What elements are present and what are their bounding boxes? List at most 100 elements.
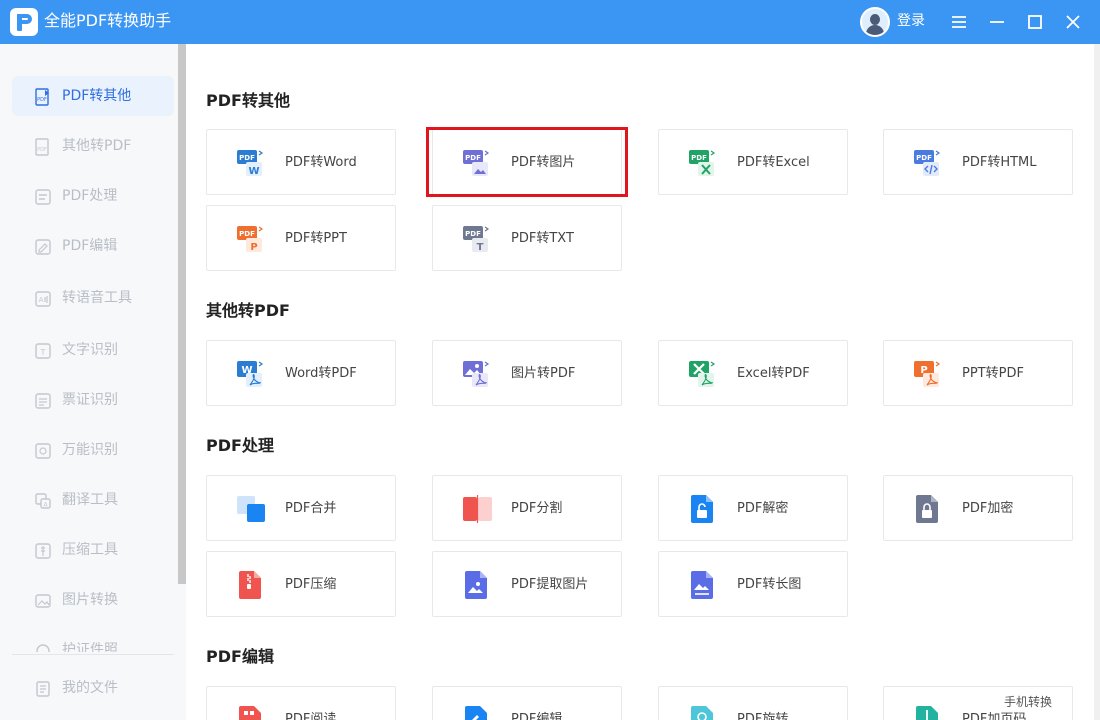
compress-file-icon bbox=[239, 571, 261, 599]
card-label: PDF压缩 bbox=[285, 577, 337, 592]
merge-icon bbox=[237, 496, 265, 522]
card-label: PDF编辑 bbox=[511, 712, 563, 720]
file-convert-icon: PDF bbox=[35, 138, 49, 156]
minimize-button[interactable] bbox=[982, 7, 1012, 37]
excel-to-pdf-icon bbox=[689, 361, 716, 387]
main-scrollbar-track[interactable] bbox=[1094, 44, 1100, 720]
card-pdf-extract-images[interactable]: PDF提取图片 bbox=[432, 551, 622, 617]
card-label: PDF转Word bbox=[285, 155, 357, 170]
extract-image-icon bbox=[465, 571, 487, 599]
rotate-icon bbox=[691, 706, 713, 720]
image-icon bbox=[35, 594, 51, 608]
card-ppt-to-pdf[interactable]: P PPT转PDF bbox=[883, 340, 1073, 406]
sidebar-item-image-convert[interactable]: 图片转换 bbox=[12, 580, 174, 620]
sidebar-item-label: 万能识别 bbox=[62, 442, 118, 458]
sidebar-divider bbox=[12, 654, 174, 655]
sidebar-item-pdf-to-other[interactable]: PDF PDF转其他 bbox=[12, 76, 174, 116]
card-pdf-to-excel[interactable]: PDF PDF转Excel bbox=[658, 129, 848, 195]
card-pdf-read[interactable]: PDF阅读 bbox=[206, 686, 396, 720]
sidebar-item-id-photo[interactable]: 护证件照 bbox=[12, 630, 174, 652]
user-avatar[interactable] bbox=[860, 7, 890, 37]
ocr-icon: T bbox=[35, 343, 51, 359]
card-pdf-to-html[interactable]: PDF PDF转HTML bbox=[883, 129, 1073, 195]
svg-text:PDF: PDF bbox=[465, 230, 481, 238]
card-label: PDF转HTML bbox=[962, 155, 1037, 170]
card-label: PDF加页码 bbox=[962, 712, 1027, 720]
svg-text:P: P bbox=[250, 242, 257, 253]
card-label: PDF提取图片 bbox=[511, 577, 589, 592]
section-title-other-to-pdf: 其他转PDF bbox=[206, 301, 290, 320]
sidebar-item-pdf-edit[interactable]: PDF编辑 bbox=[12, 226, 174, 266]
sidebar-item-label: 其他转PDF bbox=[62, 138, 132, 154]
card-pdf-decrypt[interactable]: PDF解密 bbox=[658, 475, 848, 541]
hamburger-icon bbox=[952, 16, 966, 28]
sidebar: PDF PDF转其他 PDF 其他转PDF PDF处理 PDF编辑 A 转语音工… bbox=[0, 44, 186, 720]
close-button[interactable] bbox=[1058, 7, 1088, 37]
sidebar-item-translate[interactable]: A 翻译工具 bbox=[12, 480, 174, 520]
read-icon bbox=[239, 706, 261, 720]
my-files-icon bbox=[36, 681, 50, 697]
card-pdf-to-long-image[interactable]: PDF转长图 bbox=[658, 551, 848, 617]
sidebar-item-universal-recognition[interactable]: 万能识别 bbox=[12, 430, 174, 470]
menu-button[interactable] bbox=[944, 7, 974, 37]
sidebar-item-pdf-process[interactable]: PDF处理 bbox=[12, 176, 174, 216]
card-label: Excel转PDF bbox=[737, 366, 810, 381]
card-pdf-to-txt[interactable]: PDF T PDF转TXT bbox=[432, 205, 622, 271]
sidebar-item-label: 文字识别 bbox=[62, 342, 118, 358]
sidebar-item-label: 压缩工具 bbox=[62, 542, 118, 558]
svg-text:PDF: PDF bbox=[691, 154, 707, 162]
card-label: PDF旋转 bbox=[737, 712, 789, 720]
sidebar-item-label: PDF转其他 bbox=[62, 88, 132, 104]
maximize-icon bbox=[1028, 15, 1042, 29]
card-image-to-pdf[interactable]: 图片转PDF bbox=[432, 340, 622, 406]
card-pdf-edit[interactable]: PDF编辑 bbox=[432, 686, 622, 720]
app-logo-icon bbox=[10, 8, 38, 36]
sidebar-item-text-recognition[interactable]: T 文字识别 bbox=[12, 330, 174, 370]
minimize-icon bbox=[990, 21, 1004, 23]
lock-file-icon bbox=[916, 495, 938, 523]
pdf-to-word-icon: PDF W bbox=[237, 150, 264, 177]
pdf-file-icon: PDF bbox=[35, 88, 49, 106]
card-pdf-split[interactable]: PDF分割 bbox=[432, 475, 622, 541]
split-icon bbox=[463, 495, 492, 523]
image-to-pdf-icon bbox=[463, 361, 490, 387]
svg-text:T: T bbox=[40, 348, 46, 357]
sidebar-scrollbar[interactable] bbox=[178, 44, 186, 584]
card-pdf-to-ppt[interactable]: PDF P PDF转PPT bbox=[206, 205, 396, 271]
phone-convert-link[interactable]: 手机转换 bbox=[1004, 694, 1052, 710]
card-word-to-pdf[interactable]: W Word转PDF bbox=[206, 340, 396, 406]
card-pdf-to-image[interactable]: PDF PDF转图片 bbox=[432, 129, 622, 195]
edit-document-icon bbox=[35, 239, 51, 255]
sidebar-item-voice-tools[interactable]: A 转语音工具 bbox=[12, 278, 174, 318]
translate-icon: A bbox=[35, 493, 51, 509]
card-pdf-to-word[interactable]: PDF W PDF转Word bbox=[206, 129, 396, 195]
login-link[interactable]: 登录 bbox=[897, 11, 925, 31]
sidebar-item-label: 护证件照 bbox=[62, 642, 118, 652]
card-label: PDF转TXT bbox=[511, 231, 574, 246]
sidebar-item-label: PDF编辑 bbox=[62, 238, 118, 254]
sidebar-item-my-files[interactable]: 我的文件 bbox=[12, 668, 174, 708]
card-label: Word转PDF bbox=[285, 366, 357, 381]
card-label: PDF转Excel bbox=[737, 155, 810, 170]
pdf-to-excel-icon: PDF bbox=[689, 150, 716, 176]
compress-icon bbox=[35, 543, 51, 559]
id-card-icon bbox=[35, 393, 51, 409]
main-panel: PDF转其他 PDF W PDF转Word PDF PDF转图片 PDF PDF转… bbox=[186, 44, 1100, 720]
card-excel-to-pdf[interactable]: Excel转PDF bbox=[658, 340, 848, 406]
card-label: PDF加密 bbox=[962, 501, 1014, 516]
sidebar-item-compress[interactable]: 压缩工具 bbox=[12, 530, 174, 570]
card-pdf-merge[interactable]: PDF合并 bbox=[206, 475, 396, 541]
scan-icon bbox=[35, 443, 51, 459]
card-label: PDF分割 bbox=[511, 501, 563, 516]
sidebar-item-ticket-recognition[interactable]: 票证识别 bbox=[12, 380, 174, 420]
card-pdf-compress[interactable]: PDF压缩 bbox=[206, 551, 396, 617]
card-pdf-rotate[interactable]: PDF旋转 bbox=[658, 686, 848, 720]
maximize-button[interactable] bbox=[1020, 7, 1050, 37]
sidebar-item-other-to-pdf[interactable]: PDF 其他转PDF bbox=[12, 126, 174, 166]
card-pdf-encrypt[interactable]: PDF加密 bbox=[883, 475, 1073, 541]
title-bar: 全能PDF转换助手 登录 bbox=[0, 0, 1100, 44]
sidebar-item-label: PDF处理 bbox=[62, 188, 118, 204]
card-label: PDF转图片 bbox=[511, 155, 576, 170]
text-to-speech-icon: A bbox=[35, 291, 51, 307]
document-tool-icon bbox=[35, 189, 51, 205]
